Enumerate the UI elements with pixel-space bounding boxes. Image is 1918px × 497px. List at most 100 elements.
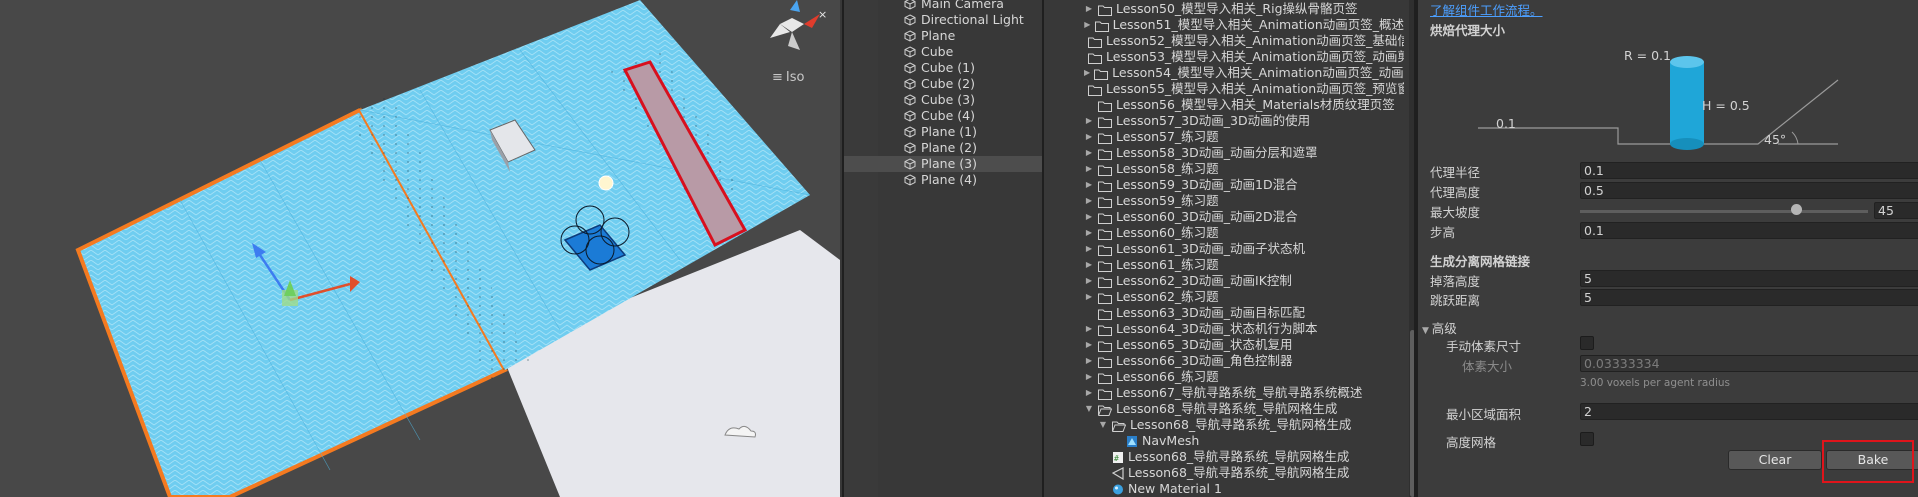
project-tree-item[interactable]: ▶ Lesson60_练习题 <box>1084 225 1404 241</box>
hierarchy-item-label: Cube (2) <box>921 76 975 91</box>
hierarchy-item[interactable]: Plane (4) <box>904 172 977 188</box>
hierarchy-item[interactable]: Cube (3) <box>904 92 975 108</box>
project-tree-item[interactable]: ▶ Lesson59_3D动画_动画1D混合 <box>1084 177 1404 193</box>
hierarchy-item[interactable]: Plane <box>904 28 955 44</box>
chevron-down-icon[interactable]: ▼ <box>1098 417 1108 433</box>
project-tree-item-label: Lesson60_练习题 <box>1116 225 1219 240</box>
chevron-right-icon[interactable]: ▶ <box>1084 129 1094 145</box>
project-tree-item[interactable]: Lesson56_模型导入相关_Materials材质纹理页签 <box>1084 97 1404 113</box>
gameobject-cube-icon <box>904 126 916 138</box>
chevron-right-icon[interactable]: ▶ <box>1084 337 1094 353</box>
chevron-down-icon[interactable]: ▼ <box>1084 401 1094 417</box>
project-tree-item[interactable]: ▶ Lesson61_3D动画_动画子状态机 <box>1084 241 1404 257</box>
project-tree-item[interactable]: ▶ Lesson62_3D动画_动画IK控制 <box>1084 273 1404 289</box>
project-tree-item[interactable]: ▶ Lesson67_导航寻路系统_导航寻路系统概述 <box>1084 385 1404 401</box>
project-tree-item-label: New Material 1 <box>1128 481 1222 496</box>
project-tree-item[interactable]: Lesson55_模型导入相关_Animation动画页签_预览窗口 <box>1084 81 1404 97</box>
project-tree-item[interactable]: ▶ Lesson51_模型导入相关_Animation动画页签_概述 <box>1084 17 1404 33</box>
project-tree-item[interactable]: ▶ Lesson57_练习题 <box>1084 129 1404 145</box>
chevron-right-icon[interactable]: ▶ <box>1084 17 1091 33</box>
hierarchy-item[interactable]: Cube (4) <box>904 108 975 124</box>
hamburger-icon: ≡ <box>772 70 783 85</box>
project-tree-item[interactable]: NavMesh <box>1112 433 1404 449</box>
diagram-radius-label: R = 0.1 <box>1624 48 1671 63</box>
iso-toggle[interactable]: ≡ Iso <box>772 70 804 85</box>
project-tree-item[interactable]: ▶ Lesson50_模型导入相关_Rig操纵骨骼页签 <box>1084 1 1404 17</box>
project-tree-item[interactable]: ▶ Lesson54_模型导入相关_Animation动画页签_动画剪辑属性 <box>1084 65 1404 81</box>
hierarchy-item[interactable]: Cube <box>904 44 953 60</box>
chevron-right-icon[interactable]: ▶ <box>1084 177 1094 193</box>
learn-workflow-link[interactable]: 了解组件工作流程。 <box>1430 0 1543 19</box>
diagram-angle-label: 45° <box>1764 132 1787 147</box>
jump-distance-input[interactable] <box>1580 289 1918 306</box>
project-tree-item[interactable]: ▶ Lesson62_练习题 <box>1084 289 1404 305</box>
hierarchy-item-label: Directional Light <box>921 12 1024 27</box>
chevron-right-icon[interactable]: ▶ <box>1084 321 1094 337</box>
folder-icon <box>1098 132 1112 144</box>
project-tree-item[interactable]: ▶ Lesson60_3D动画_动画2D混合 <box>1084 209 1404 225</box>
chevron-right-icon[interactable]: ▶ <box>1084 1 1094 17</box>
project-tree-item[interactable]: ▶ Lesson66_3D动画_角色控制器 <box>1084 353 1404 369</box>
project-tree-item[interactable]: ▶ Lesson64_3D动画_状态机行为脚本 <box>1084 321 1404 337</box>
max-slope-slider[interactable] <box>1580 210 1868 213</box>
project-tree-item[interactable]: ▶ Lesson58_练习题 <box>1084 161 1404 177</box>
project-tree-item[interactable]: Lesson63_3D动画_动画目标匹配 <box>1084 305 1404 321</box>
hierarchy-item-label: Main Camera <box>921 0 1004 11</box>
chevron-right-icon[interactable]: ▶ <box>1084 241 1094 257</box>
project-tree-item[interactable]: Lesson52_模型导入相关_Animation动画页签_基础信息设置 <box>1084 33 1404 49</box>
project-tree-item[interactable]: Lesson53_模型导入相关_Animation动画页签_动画剪辑 <box>1084 49 1404 65</box>
chevron-right-icon[interactable]: ▶ <box>1084 193 1094 209</box>
chevron-right-icon[interactable]: ▶ <box>1084 273 1094 289</box>
folder-icon <box>1098 356 1112 368</box>
chevron-right-icon[interactable]: ▶ <box>1084 369 1094 385</box>
min-region-area-input[interactable] <box>1580 403 1918 420</box>
max-slope-input[interactable] <box>1874 202 1918 219</box>
chevron-right-icon[interactable]: ▶ <box>1084 161 1094 177</box>
chevron-right-icon[interactable]: ▶ <box>1084 65 1090 81</box>
project-tree-item[interactable]: ▶ Lesson61_练习题 <box>1084 257 1404 273</box>
project-tree-item[interactable]: # Lesson68_导航寻路系统_导航网格生成 <box>1098 449 1404 465</box>
chevron-right-icon[interactable]: ▶ <box>1084 257 1094 273</box>
project-tree-item[interactable]: New Material 1 <box>1098 481 1404 497</box>
hierarchy-item[interactable]: Plane (3) <box>844 156 1044 172</box>
max-slope-slider-knob[interactable] <box>1791 204 1802 215</box>
chevron-right-icon[interactable]: ▶ <box>1084 209 1094 225</box>
project-tree-item[interactable]: Lesson68_导航寻路系统_导航网格生成 <box>1098 465 1404 481</box>
hierarchy-item[interactable]: Main Camera <box>904 0 1004 12</box>
hierarchy-item[interactable]: Plane (1) <box>904 124 977 140</box>
project-tree-item[interactable]: ▶ Lesson59_练习题 <box>1084 193 1404 209</box>
agent-height-input[interactable] <box>1580 182 1918 199</box>
chevron-right-icon[interactable]: ▶ <box>1084 225 1094 241</box>
hierarchy-item[interactable]: Directional Light <box>904 12 1024 28</box>
advanced-foldout[interactable]: ▼ 高级 <box>1422 318 1457 337</box>
scene-asset-icon <box>1111 466 1124 480</box>
gameobject-cube-icon <box>904 174 916 186</box>
project-tree-item[interactable]: ▼ Lesson68_导航寻路系统_导航网格生成 <box>1084 401 1404 417</box>
hierarchy-item[interactable]: Cube (2) <box>904 76 975 92</box>
chevron-right-icon[interactable]: ▶ <box>1084 385 1094 401</box>
scene-canvas[interactable]: × <box>0 0 840 497</box>
chevron-right-icon[interactable]: ▶ <box>1084 353 1094 369</box>
step-height-input[interactable] <box>1580 222 1918 239</box>
chevron-right-icon[interactable]: ▶ <box>1084 145 1094 161</box>
hierarchy-item[interactable]: Plane (2) <box>904 140 977 156</box>
hierarchy-item[interactable]: Cube (1) <box>904 60 975 76</box>
hierarchy-item-label: Cube <box>921 44 954 59</box>
project-tree-item-label: Lesson68_导航寻路系统_导航网格生成 <box>1128 465 1350 480</box>
gameobject-cube-icon <box>904 94 916 106</box>
agent-radius-input[interactable] <box>1580 162 1918 179</box>
drop-height-input[interactable] <box>1580 270 1918 287</box>
project-tree-item[interactable]: ▶ Lesson66_练习题 <box>1084 369 1404 385</box>
clear-button[interactable]: Clear <box>1728 450 1822 470</box>
height-mesh-checkbox[interactable] <box>1580 432 1594 446</box>
project-tree-item[interactable]: ▼ Lesson68_导航寻路系统_导航网格生成 <box>1098 417 1404 433</box>
scene-view[interactable]: × ≡ Iso <box>0 0 840 497</box>
chevron-right-icon[interactable]: ▶ <box>1084 113 1094 129</box>
chevron-right-icon[interactable]: ▶ <box>1084 289 1094 305</box>
project-tree-item[interactable]: ▶ Lesson58_3D动画_动画分层和遮罩 <box>1084 145 1404 161</box>
hierarchy-item-label: Plane (2) <box>921 140 977 155</box>
project-tree-item[interactable]: ▶ Lesson57_3D动画_3D动画的使用 <box>1084 113 1404 129</box>
agent-height-label: 代理高度 <box>1430 185 1481 200</box>
manual-voxel-checkbox[interactable] <box>1580 336 1594 350</box>
project-tree-item[interactable]: ▶ Lesson65_3D动画_状态机复用 <box>1084 337 1404 353</box>
